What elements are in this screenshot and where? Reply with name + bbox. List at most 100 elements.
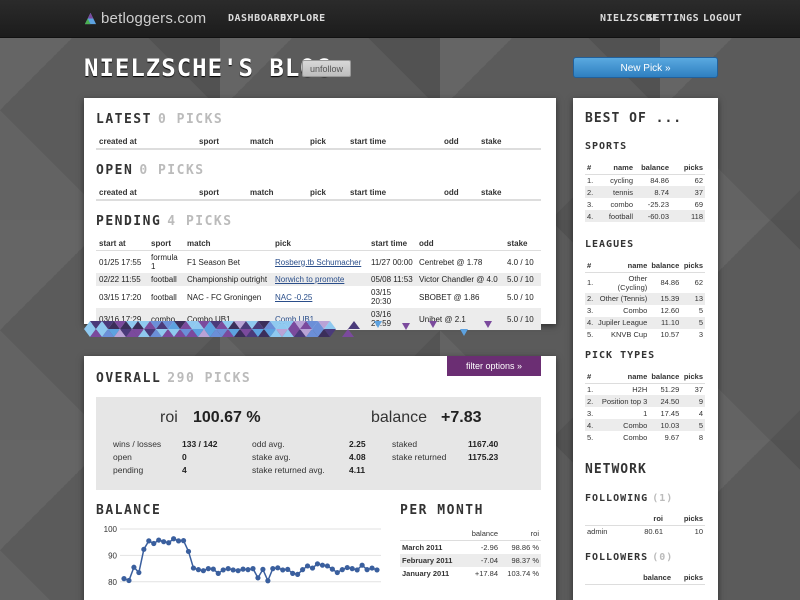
col-start-time: start time <box>347 135 441 149</box>
balance-point <box>180 538 187 544</box>
table-row: 02/22 11:55 football Championship outright… <box>96 273 541 286</box>
unfollow-button[interactable]: unfollow <box>302 60 352 77</box>
balance-point <box>136 569 142 576</box>
balance-point <box>220 567 226 573</box>
balance-point <box>270 566 276 572</box>
col-created-at: created at <box>96 186 196 200</box>
y-tick-label: 100 <box>104 525 118 534</box>
pending-count: 4 PICKS <box>167 214 233 229</box>
balance-point <box>309 565 316 571</box>
col-stake: stake <box>504 237 541 251</box>
col-start-time: start time <box>368 237 416 251</box>
balance-point <box>156 537 162 543</box>
balance-point <box>131 564 137 570</box>
balance-point <box>349 566 355 572</box>
leagues-table: # name balance picks 1. Other (Cycling) 84… <box>585 260 705 339</box>
balance-point <box>195 567 202 573</box>
open-count: 0 PICKS <box>139 163 205 178</box>
balance-point <box>205 566 211 572</box>
col-match: match <box>247 135 307 149</box>
followers-table: balance picks <box>585 572 705 585</box>
roi-value: 100.67 % <box>193 409 261 426</box>
latest-table: created at sport match pick start time o… <box>96 135 541 149</box>
table-row: 4. Combo 10.03 5 <box>585 419 705 431</box>
per-month-title: PER MONTH <box>400 503 484 518</box>
col-odd: odd <box>441 186 478 200</box>
col-stake: stake <box>478 135 541 149</box>
nav-explore[interactable]: EXPLORE <box>280 13 326 24</box>
top-navigation-bar: betloggers.com DASHBOARD EXPLORE NIELZSC… <box>0 0 800 38</box>
balance-point <box>260 566 266 572</box>
col-sport: sport <box>148 237 184 251</box>
balance-point <box>230 567 236 573</box>
sidebar-title: BEST OF ... <box>585 111 683 126</box>
balance-point <box>240 566 246 572</box>
col-match: match <box>184 237 272 251</box>
balance-point <box>364 567 370 573</box>
balance-point <box>210 566 216 572</box>
decorative-triangle <box>484 321 492 328</box>
table-row[interactable]: admin 80.61 10 <box>585 525 705 537</box>
table-row: January 2011 +17.84 103.74 % <box>402 568 539 578</box>
stat-value: 4.11 <box>349 465 366 475</box>
pick-link[interactable]: NAC -0.25 <box>275 293 312 302</box>
open-table: created at sport match pick start time o… <box>96 186 541 200</box>
pick-link[interactable]: Rosberg.tb Schumacher <box>275 258 361 267</box>
nav-logout[interactable]: LOGOUT <box>703 13 742 24</box>
followers-title: FOLLOWERS (0) <box>585 552 674 563</box>
balance-point <box>275 565 281 571</box>
y-tick-label: 80 <box>108 578 117 587</box>
decorative-triangle <box>342 329 354 337</box>
balance-point <box>185 548 192 555</box>
table-row: 5. Combo 9.67 8 <box>587 432 703 442</box>
stat-value: 133 / 142 <box>182 439 218 449</box>
leagues-title: LEAGUES <box>585 239 635 250</box>
pending-title: PENDING 4 PICKS <box>96 214 233 229</box>
page-title: NIELZSCHE'S BLOG <box>84 54 332 82</box>
balance-point <box>374 567 380 573</box>
balance-point <box>369 565 375 571</box>
sports-table: # name balance picks 1. cycling 84.86 62 2.… <box>585 162 705 222</box>
latest-title: LATEST 0 PICKS <box>96 112 224 127</box>
balance-point <box>175 538 182 544</box>
table-row: 01/25 17:55 formula 1 F1 Season Bet Rosber… <box>99 253 534 271</box>
nav-dashboard[interactable]: DASHBOARD <box>228 13 287 24</box>
balance-point <box>151 540 157 547</box>
overall-count: 290 PICKS <box>167 371 252 386</box>
stat-label: stake returned avg. <box>252 465 325 475</box>
logo-text: betloggers.com <box>101 10 207 27</box>
nav-settings[interactable]: SETTINGS <box>647 13 699 24</box>
decorative-triangle <box>374 321 382 328</box>
following-user-link[interactable]: admin <box>585 525 625 537</box>
decorative-triangle <box>348 321 360 329</box>
balance-point <box>299 567 306 573</box>
balance-chart-title: BALANCE <box>96 503 162 518</box>
balance-point <box>265 578 271 584</box>
balance-point <box>334 569 340 576</box>
followers-count: (0) <box>652 552 674 563</box>
pending-table: start at sport match pick start time odd… <box>96 237 541 330</box>
table-row: 1. Other (Cycling) 84.86 62 <box>587 273 703 292</box>
logo-triangle-icon <box>84 12 97 25</box>
pick-types-table: # name balance picks 1. H2H 51.29 37 2. Posi… <box>585 371 705 442</box>
table-row: March 2011 -2.96 98.86 % <box>402 542 539 552</box>
table-row: 4. football -60.03 118 <box>585 210 705 222</box>
balance-point <box>235 568 241 574</box>
col-odd: odd <box>416 237 504 251</box>
table-row: 3. combo -25.23 69 <box>587 199 703 209</box>
pick-link[interactable]: Norwich to promote <box>275 275 344 284</box>
following-table: roi picks admin 80.61 10 <box>585 513 705 537</box>
following-count: (1) <box>652 493 674 504</box>
following-title: FOLLOWING (1) <box>585 493 674 504</box>
table-row: 1. cycling 84.86 62 <box>587 175 703 185</box>
overall-title: OVERALL 290 PICKS <box>96 371 252 386</box>
new-pick-button[interactable]: New Pick » <box>573 57 718 78</box>
site-logo[interactable]: betloggers.com <box>84 10 206 27</box>
col-stake: stake <box>478 186 541 200</box>
filter-options-button[interactable]: filter options » <box>447 356 541 376</box>
balance-point <box>255 575 261 581</box>
open-title: OPEN 0 PICKS <box>96 163 205 178</box>
table-row: 3. Combo 12.60 5 <box>587 306 703 315</box>
stat-value: 4 <box>182 465 187 475</box>
balance-point <box>295 571 301 578</box>
